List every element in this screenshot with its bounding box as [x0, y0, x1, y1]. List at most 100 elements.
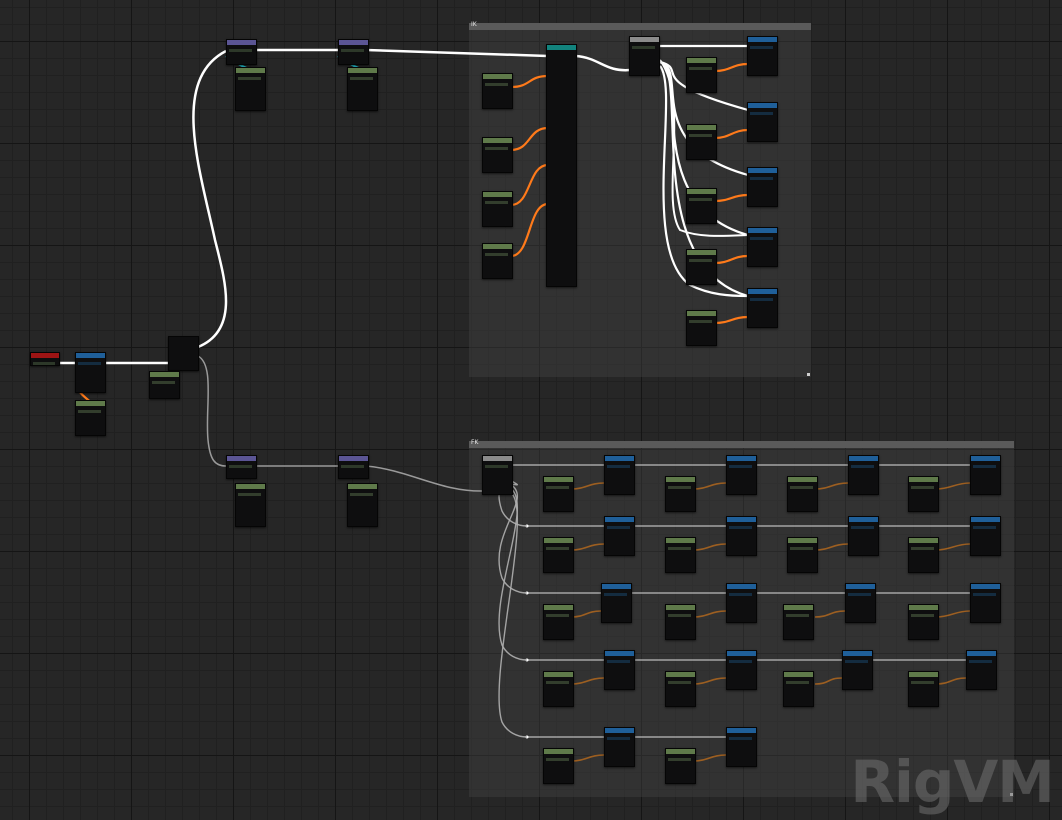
node-pin[interactable]	[790, 547, 813, 550]
variable-node[interactable]	[235, 483, 266, 527]
node-pin[interactable]	[546, 547, 569, 550]
node-pin[interactable]	[350, 493, 373, 496]
variable-node[interactable]	[686, 310, 717, 346]
node-pin[interactable]	[750, 177, 773, 180]
node-pin[interactable]	[485, 147, 508, 150]
variable-node[interactable]	[75, 400, 106, 436]
node-pin[interactable]	[729, 737, 752, 740]
node-header[interactable]	[666, 477, 695, 482]
variable-node[interactable]	[787, 476, 818, 512]
node-header[interactable]	[666, 605, 695, 610]
node-pin[interactable]	[729, 593, 752, 596]
node-header[interactable]	[727, 728, 756, 733]
node-header[interactable]	[544, 672, 573, 677]
node-header[interactable]	[666, 672, 695, 677]
node-header[interactable]	[31, 353, 59, 358]
node-header[interactable]	[76, 401, 105, 406]
node-header[interactable]	[727, 517, 756, 522]
node-pin[interactable]	[78, 362, 101, 365]
node-header[interactable]	[687, 250, 716, 255]
variable-node[interactable]	[482, 137, 513, 173]
node-header[interactable]	[339, 40, 368, 45]
node-pin[interactable]	[750, 237, 773, 240]
node-pin[interactable]	[78, 410, 101, 413]
node-header[interactable]	[236, 484, 265, 489]
node-header[interactable]	[909, 672, 938, 677]
node-pin[interactable]	[33, 362, 55, 365]
node-header[interactable]	[339, 456, 368, 461]
sequence-node[interactable]	[482, 455, 513, 495]
node-pin[interactable]	[485, 83, 508, 86]
function-node[interactable]	[726, 455, 757, 495]
variable-node[interactable]	[686, 57, 717, 93]
function-node[interactable]	[747, 102, 778, 142]
function-node[interactable]	[604, 650, 635, 690]
node-pin[interactable]	[786, 614, 809, 617]
node-header[interactable]	[605, 728, 634, 733]
function-node[interactable]	[726, 583, 757, 623]
node-header[interactable]	[544, 605, 573, 610]
variable-node[interactable]	[347, 483, 378, 527]
node-pin[interactable]	[341, 49, 364, 52]
node-header[interactable]	[727, 651, 756, 656]
node-pin[interactable]	[341, 465, 364, 468]
node-header[interactable]	[909, 538, 938, 543]
node-header[interactable]	[547, 45, 576, 50]
node-pin[interactable]	[786, 681, 809, 684]
node-header[interactable]	[784, 672, 813, 677]
variable-node[interactable]	[686, 124, 717, 160]
function-node[interactable]	[747, 227, 778, 267]
node-pin[interactable]	[911, 547, 934, 550]
function-node[interactable]	[747, 288, 778, 328]
function-node[interactable]	[848, 455, 879, 495]
node-header[interactable]	[483, 244, 512, 249]
function-node[interactable]	[966, 650, 997, 690]
node-header[interactable]	[748, 37, 777, 42]
node-header[interactable]	[687, 189, 716, 194]
function-node[interactable]	[726, 727, 757, 767]
function-node[interactable]	[970, 583, 1001, 623]
node-header[interactable]	[687, 58, 716, 63]
variable-node[interactable]	[686, 249, 717, 285]
node-pin[interactable]	[689, 198, 712, 201]
node-pin[interactable]	[485, 465, 508, 468]
node-pin[interactable]	[973, 465, 996, 468]
node-header[interactable]	[236, 68, 265, 73]
node-header[interactable]	[666, 538, 695, 543]
node-header[interactable]	[483, 74, 512, 79]
variable-node[interactable]	[665, 476, 696, 512]
node-header[interactable]	[348, 68, 377, 73]
node-header[interactable]	[748, 228, 777, 233]
node-header[interactable]	[227, 40, 256, 45]
node-header[interactable]	[602, 584, 631, 589]
node-pin[interactable]	[546, 758, 569, 761]
node-pin[interactable]	[668, 614, 691, 617]
node-header[interactable]	[727, 456, 756, 461]
get-transform-node[interactable]	[338, 39, 369, 65]
node-pin[interactable]	[845, 660, 868, 663]
node-pin[interactable]	[485, 253, 508, 256]
node-pin[interactable]	[790, 486, 813, 489]
function-node[interactable]	[747, 36, 778, 76]
get-transform-node[interactable]	[338, 455, 369, 479]
node-header[interactable]	[348, 484, 377, 489]
function-node[interactable]	[604, 516, 635, 556]
variable-node[interactable]	[665, 604, 696, 640]
variable-node[interactable]	[482, 243, 513, 279]
node-header[interactable]	[483, 456, 512, 461]
node-header[interactable]	[227, 456, 256, 461]
node-pin[interactable]	[152, 381, 175, 384]
node-pin[interactable]	[750, 298, 773, 301]
get-transform-node[interactable]	[226, 455, 257, 479]
function-node[interactable]	[726, 650, 757, 690]
node-header[interactable]	[544, 749, 573, 754]
variable-node[interactable]	[482, 191, 513, 227]
node-header[interactable]	[666, 749, 695, 754]
node-header[interactable]	[483, 138, 512, 143]
node-pin[interactable]	[851, 526, 874, 529]
node-header[interactable]	[605, 517, 634, 522]
node-pin[interactable]	[604, 593, 627, 596]
node-pin[interactable]	[729, 526, 752, 529]
node-pin[interactable]	[689, 259, 712, 262]
function-node[interactable]	[845, 583, 876, 623]
